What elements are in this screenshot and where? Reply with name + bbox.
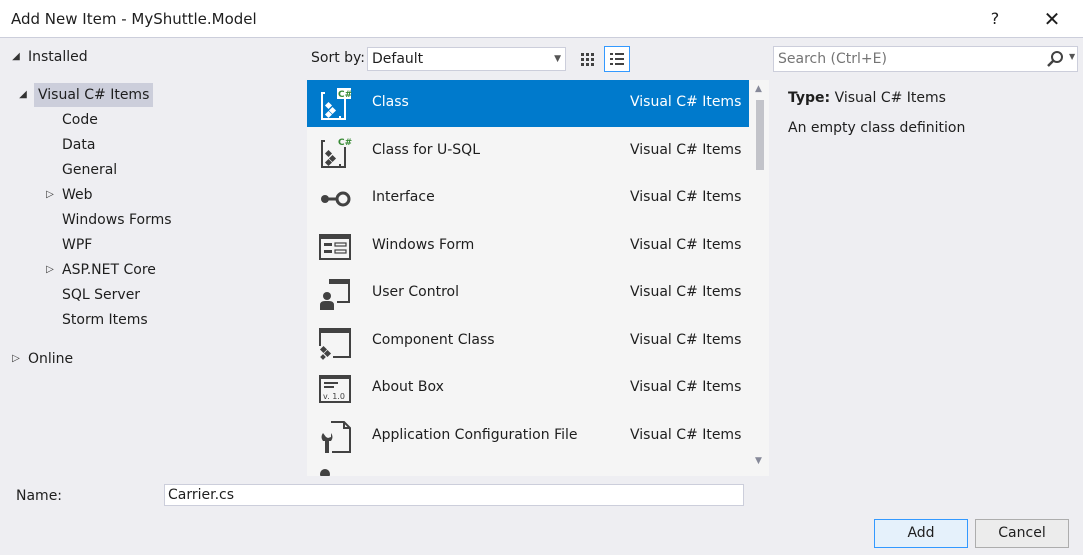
item-category: Visual C# Items	[630, 94, 742, 110]
expanded-arrow-icon[interactable]: ◢	[10, 45, 22, 69]
list-item-partial[interactable]	[307, 460, 749, 476]
item-name: Windows Form	[372, 236, 475, 253]
list-item-component-class[interactable]: Component Class Visual C# Items	[307, 318, 749, 365]
window-title: Add New Item - MyShuttle.Model	[11, 10, 257, 28]
collapsed-arrow-icon[interactable]: ▷	[10, 347, 22, 371]
name-label: Name:	[16, 488, 63, 504]
tree-label-web: Web	[62, 187, 93, 203]
item-category: Visual C# Items	[630, 284, 742, 300]
tree-item-windows-forms[interactable]: Windows Forms	[62, 208, 172, 232]
sort-dropdown[interactable]: Default ▼	[367, 47, 566, 71]
title-bar: Add New Item - MyShuttle.Model ? ✕	[0, 0, 1083, 38]
sort-value: Default	[372, 51, 424, 67]
tree-label-visual-csharp-items: Visual C# Items	[34, 83, 154, 107]
item-name: Component Class	[372, 331, 495, 348]
tree-label-online: Online	[28, 351, 74, 367]
item-category: Visual C# Items	[630, 189, 742, 205]
item-category: Visual C# Items	[630, 379, 742, 395]
item-name: Application Configuration File	[372, 426, 578, 443]
collapsed-arrow-icon[interactable]: ▷	[44, 258, 56, 282]
item-category: Visual C# Items	[630, 236, 742, 253]
tree-item-data[interactable]: Data	[62, 133, 95, 157]
tree-label-installed: Installed	[28, 49, 88, 65]
item-name: Class for U-SQL	[372, 141, 480, 158]
type-label: Type:	[788, 90, 831, 106]
item-category: Visual C# Items	[630, 426, 742, 443]
tree-item-general[interactable]: General	[62, 158, 117, 182]
sort-label: Sort by:	[311, 50, 366, 66]
item-type: Type: Visual C# Items	[788, 90, 946, 106]
name-field[interactable]	[164, 484, 744, 506]
windows-form-icon	[319, 233, 351, 260]
small-icons-view-button[interactable]	[604, 46, 630, 72]
usql-class-icon: C#	[321, 135, 352, 168]
template-list: C# Class Visual C# Items C# Class for U-…	[307, 80, 769, 476]
search-input[interactable]	[778, 50, 1028, 68]
svg-text:C#: C#	[338, 138, 352, 148]
user-control-icon	[320, 279, 350, 310]
about-box-version-text: v. 1.0	[323, 392, 345, 401]
generic-item-icon	[320, 469, 330, 476]
close-button[interactable]: ✕	[1029, 0, 1075, 38]
search-box[interactable]: ▼	[773, 46, 1078, 72]
scroll-thumb[interactable]	[756, 100, 764, 170]
template-list-panel: Sort by: Default ▼ C# Class Visual C# It…	[307, 39, 769, 476]
svg-text:C#: C#	[338, 90, 352, 100]
tree-item-wpf[interactable]: WPF	[62, 233, 92, 257]
collapsed-arrow-icon[interactable]: ▷	[44, 183, 56, 207]
item-category: Visual C# Items	[630, 331, 742, 348]
config-file-icon	[321, 420, 351, 453]
tree-item-code[interactable]: Code	[62, 108, 98, 132]
item-category: Visual C# Items	[630, 141, 742, 158]
details-panel: ▼ Type: Visual C# Items An empty class d…	[769, 39, 1083, 476]
search-options-chevron-icon[interactable]: ▼	[1069, 52, 1075, 61]
scroll-down-arrow-icon[interactable]: ▼	[755, 456, 762, 466]
add-button[interactable]: Add	[874, 519, 968, 548]
footer: Name: Add Cancel	[0, 476, 1083, 555]
expanded-arrow-icon[interactable]: ◢	[17, 83, 29, 107]
item-name: Interface	[372, 189, 435, 205]
list-view-icon	[610, 53, 624, 65]
search-icon[interactable]	[1046, 50, 1064, 68]
item-description: An empty class definition	[788, 120, 966, 136]
type-value: Visual C# Items	[834, 90, 946, 106]
list-item-class-for-usql[interactable]: C# Class for U-SQL Visual C# Items	[307, 128, 749, 175]
list-item-interface[interactable]: Interface Visual C# Items	[307, 175, 749, 222]
list-item-class[interactable]: C# Class Visual C# Items	[307, 80, 749, 127]
component-class-icon	[319, 327, 351, 360]
help-button[interactable]: ?	[972, 0, 1018, 38]
medium-icons-view-button[interactable]	[574, 46, 600, 72]
grid-view-icon	[581, 53, 594, 66]
template-tree: ◢ Installed ◢ Visual C# Items Code Data …	[0, 39, 307, 476]
list-item-user-control[interactable]: User Control Visual C# Items	[307, 270, 749, 317]
list-item-windows-form[interactable]: Windows Form Visual C# Items	[307, 223, 749, 270]
class-icon: C#	[321, 88, 352, 120]
scroll-up-arrow-icon[interactable]: ▲	[755, 84, 762, 94]
list-scrollbar[interactable]: ▲ ▼	[752, 80, 769, 476]
item-name: About Box	[372, 379, 444, 395]
cancel-button[interactable]: Cancel	[975, 519, 1069, 548]
interface-icon	[321, 191, 351, 207]
tree-item-storm-items[interactable]: Storm Items	[62, 308, 148, 332]
item-name: User Control	[372, 284, 459, 300]
chevron-down-icon: ▼	[554, 54, 561, 64]
item-name: Class	[372, 94, 409, 110]
tree-item-sql-server[interactable]: SQL Server	[62, 283, 140, 307]
about-box-icon: v. 1.0	[319, 375, 351, 403]
tree-label-aspnet-core: ASP.NET Core	[62, 262, 156, 278]
list-item-application-configuration-file[interactable]: Application Configuration File Visual C#…	[307, 413, 749, 460]
list-item-about-box[interactable]: v. 1.0 About Box Visual C# Items	[307, 365, 749, 412]
